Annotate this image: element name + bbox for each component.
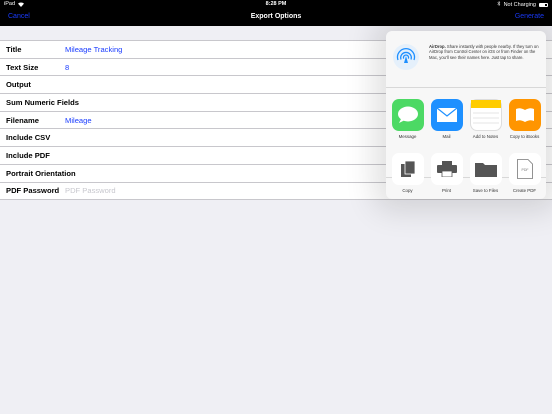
battery-icon [539, 2, 548, 7]
share-app-label: Message [398, 134, 417, 139]
status-bar: iPad 8:28 PM Not Charging [0, 0, 552, 9]
filename-field[interactable]: Mileage [65, 116, 92, 125]
row-label: Output [6, 80, 31, 90]
messages-icon [391, 99, 424, 131]
row-label: PDF Password [6, 186, 60, 196]
text-size-field[interactable]: 8 [65, 63, 69, 72]
share-sheet: AirDrop. Share instantly with people nea… [386, 31, 546, 199]
row-label: Text Size [6, 62, 39, 72]
row-label: Portrait Orientation [6, 168, 76, 178]
share-actions-row: Copy Print Save to Files PDF Create PDF [386, 153, 546, 193]
share-action-print[interactable]: Print [429, 153, 465, 193]
copy-icon [391, 153, 424, 185]
mail-icon [430, 99, 463, 131]
share-action-create-pdf[interactable]: PDF Create PDF [507, 153, 543, 193]
share-app-label: Copy to iBooks [509, 134, 540, 139]
share-action-save-to-files[interactable]: Save to Files [468, 153, 504, 193]
airdrop-title: AirDrop. [429, 44, 446, 49]
navigation-bar: Cancel Export Options Generate [0, 9, 552, 26]
share-action-label: Copy [402, 188, 413, 193]
airdrop-body: Share instantly with people nearby. If t… [429, 44, 539, 60]
share-action-label: Create PDF [512, 188, 537, 193]
pdf-password-field[interactable]: PDF Password [65, 186, 116, 195]
pdf-icon-text: PDF [521, 168, 528, 172]
notes-icon [469, 99, 502, 131]
airdrop-description: AirDrop. Share instantly with people nea… [429, 44, 541, 60]
row-label: Sum Numeric Fields [6, 97, 80, 107]
battery-status-text: Not Charging [503, 1, 536, 8]
share-app-label: Add to Notes [472, 134, 499, 139]
generate-button[interactable]: Generate [515, 13, 544, 20]
row-label: Title [6, 44, 22, 54]
title-field[interactable]: Mileage Tracking [65, 45, 122, 54]
airdrop-section[interactable]: AirDrop. Share instantly with people nea… [386, 31, 546, 88]
row-label: Include CSV [6, 133, 51, 143]
row-label: Filename [6, 115, 39, 125]
share-action-label: Save to Files [472, 188, 499, 193]
pdf-icon: PDF [508, 153, 541, 185]
share-action-label: Print [441, 188, 452, 193]
ibooks-icon [508, 99, 541, 131]
share-app-label: Mail [442, 134, 451, 139]
airdrop-icon [393, 44, 419, 70]
row-label: Include PDF [6, 150, 50, 160]
print-icon [430, 153, 463, 185]
bluetooth-icon [496, 0, 501, 8]
status-time: 8:28 PM [265, 1, 287, 7]
page-title: Export Options [250, 13, 302, 20]
folder-icon [469, 153, 502, 185]
share-action-copy[interactable]: Copy [390, 153, 426, 193]
